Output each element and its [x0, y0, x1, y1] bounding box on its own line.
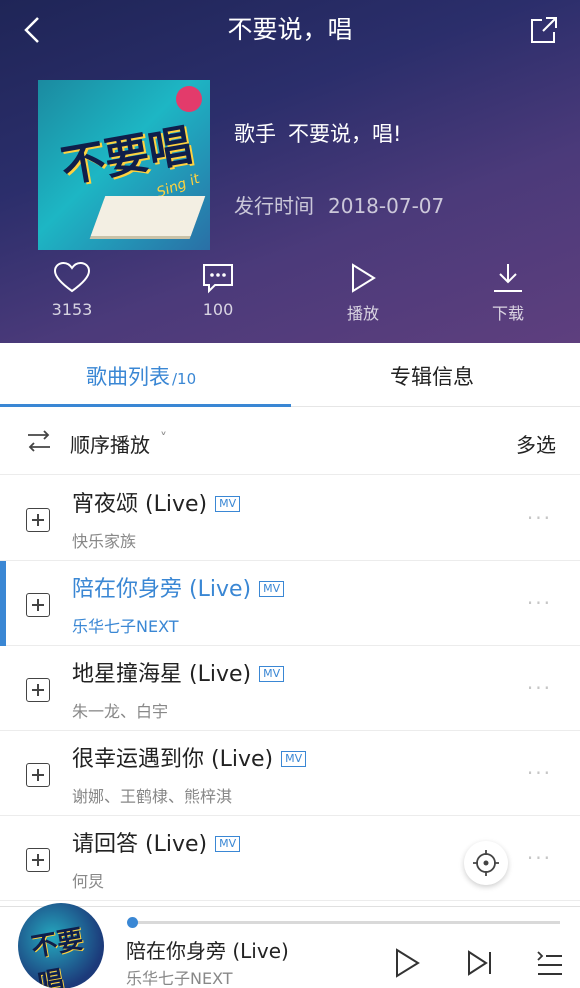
- heart-icon: [53, 262, 91, 293]
- action-bar: 3153 100 播放 下载: [0, 262, 580, 332]
- tab-song-list-label: 歌曲列表: [86, 365, 170, 389]
- more-icon[interactable]: ···: [527, 676, 552, 700]
- progress-knob[interactable]: [127, 917, 139, 928]
- release-row: 发行时间 2018-07-07: [234, 190, 444, 219]
- singer-label: 歌手: [234, 122, 276, 146]
- song-row-playing[interactable]: 陪在你身旁 (Live) MV 乐华七子NEXT ···: [0, 561, 580, 646]
- song-row[interactable]: 很幸运遇到你 (Live) MV 谢娜、王鹤棣、熊梓淇 ···: [0, 731, 580, 816]
- play-icon: [352, 263, 376, 293]
- album-cover[interactable]: 不要唱 Sing it: [38, 80, 210, 250]
- add-icon[interactable]: [26, 763, 50, 787]
- locate-current-icon[interactable]: [464, 841, 508, 885]
- more-icon[interactable]: ···: [527, 846, 552, 870]
- song-artist: 快乐家族: [72, 532, 137, 551]
- download-button[interactable]: 下载: [458, 262, 558, 324]
- play-all-button[interactable]: 播放: [313, 262, 413, 324]
- mv-badge[interactable]: MV: [259, 581, 285, 597]
- comment-button[interactable]: 100: [168, 262, 268, 319]
- song-row[interactable]: 地星撞海星 (Live) MV 朱一龙、白宇 ···: [0, 646, 580, 731]
- multi-select-button[interactable]: 多选: [516, 429, 556, 458]
- tab-album-info[interactable]: 专辑信息: [390, 361, 474, 391]
- play-label: 播放: [346, 304, 379, 323]
- song-artist: 朱一龙、白宇: [72, 702, 169, 721]
- download-label: 下载: [491, 304, 524, 323]
- comment-count: 100: [202, 300, 234, 319]
- singer-name[interactable]: 不要说，唱!: [288, 122, 401, 146]
- cover-logo: 不要唱: [29, 924, 86, 988]
- more-icon[interactable]: ···: [527, 761, 552, 785]
- song-title: 宵夜颂 (Live): [72, 492, 208, 517]
- song-title: 请回答 (Live): [72, 832, 208, 857]
- cover-book: [90, 196, 206, 236]
- song-count: /10: [172, 370, 197, 388]
- play-order-label[interactable]: 顺序播放: [70, 429, 150, 458]
- release-label: 发行时间: [234, 194, 314, 218]
- mv-badge[interactable]: MV: [215, 496, 241, 512]
- now-playing-artist: 乐华七子NEXT: [126, 969, 233, 988]
- sequential-play-icon[interactable]: [26, 430, 52, 452]
- sort-bar: 顺序播放 ˅ 多选: [0, 407, 580, 475]
- release-date: 2018-07-07: [328, 194, 445, 218]
- progress-bar[interactable]: [128, 921, 560, 924]
- share-icon[interactable]: [528, 14, 560, 46]
- mv-badge[interactable]: MV: [259, 666, 285, 682]
- page-title: 不要说，唱: [227, 15, 353, 44]
- add-icon[interactable]: [26, 508, 50, 532]
- more-icon[interactable]: ···: [527, 506, 552, 530]
- add-icon[interactable]: [26, 848, 50, 872]
- song-title: 陪在你身旁 (Live): [72, 577, 252, 602]
- download-icon: [494, 264, 522, 292]
- add-icon[interactable]: [26, 678, 50, 702]
- next-track-icon[interactable]: [466, 947, 494, 979]
- play-icon[interactable]: [392, 947, 422, 979]
- mini-player[interactable]: 不要唱 陪在你身旁 (Live) 乐华七子NEXT: [0, 903, 580, 988]
- now-playing-title: 陪在你身旁 (Live): [126, 939, 289, 963]
- mv-badge[interactable]: MV: [281, 751, 307, 767]
- singer-row[interactable]: 歌手 不要说，唱!: [234, 118, 401, 148]
- song-artist: 乐华七子NEXT: [72, 617, 179, 636]
- more-icon[interactable]: ···: [527, 591, 552, 615]
- add-icon[interactable]: [26, 593, 50, 617]
- album-header: 不要说，唱 不要唱 Sing it 歌手 不要说，唱! 发行时间 2018-07-0…: [0, 0, 580, 343]
- chevron-down-icon[interactable]: ˅: [160, 431, 167, 447]
- playlist-icon[interactable]: [536, 947, 564, 979]
- mv-badge[interactable]: MV: [215, 836, 241, 852]
- cover-badge: [176, 86, 202, 112]
- song-title: 很幸运遇到你 (Live): [72, 747, 274, 772]
- like-count: 3153: [51, 300, 93, 319]
- song-title: 地星撞海星 (Live): [72, 662, 252, 687]
- tab-song-list[interactable]: 歌曲列表/10: [86, 361, 196, 391]
- song-artist: 何炅: [72, 872, 105, 891]
- comment-icon: [203, 264, 233, 294]
- song-artist: 谢娜、王鹤棣、熊梓淇: [72, 787, 233, 806]
- like-button[interactable]: 3153: [22, 262, 122, 319]
- tab-bar: 歌曲列表/10 专辑信息: [0, 343, 580, 407]
- now-playing-cover[interactable]: 不要唱: [18, 903, 104, 988]
- song-row[interactable]: 宵夜颂 (Live) MV 快乐家族 ···: [0, 476, 580, 561]
